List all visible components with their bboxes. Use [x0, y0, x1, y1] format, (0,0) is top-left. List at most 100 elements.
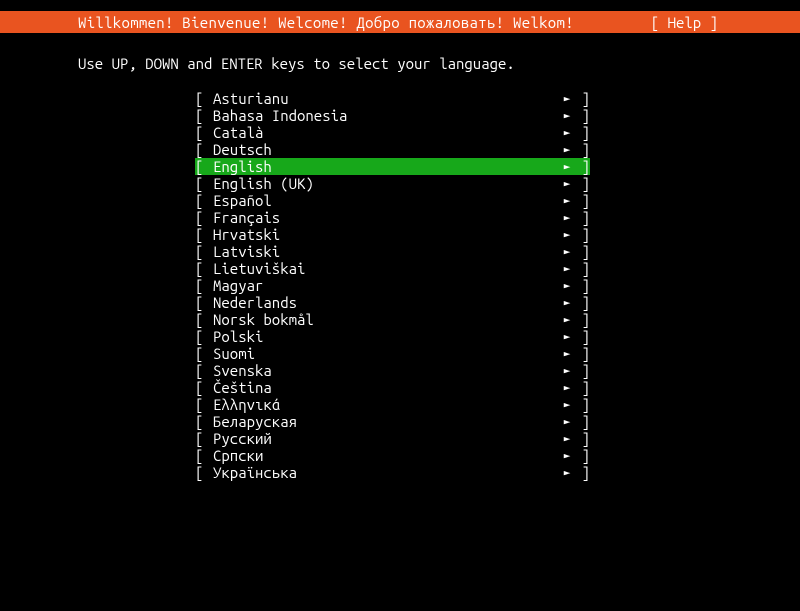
language-label: Polski — [213, 328, 558, 345]
bracket-close: ] — [576, 430, 590, 447]
bracket-close: ] — [576, 277, 590, 294]
submenu-arrow-icon: ► — [558, 330, 576, 343]
language-item[interactable]: [Svenska►] — [195, 362, 590, 379]
submenu-arrow-icon: ► — [558, 177, 576, 190]
bracket-close: ] — [576, 362, 590, 379]
bracket-open: [ — [195, 243, 213, 260]
submenu-arrow-icon: ► — [558, 211, 576, 224]
submenu-arrow-icon: ► — [558, 398, 576, 411]
bracket-open: [ — [195, 226, 213, 243]
bracket-close: ] — [576, 345, 590, 362]
bracket-open: [ — [195, 311, 213, 328]
bracket-open: [ — [195, 464, 213, 481]
bracket-open: [ — [195, 175, 213, 192]
language-item[interactable]: [Беларуская►] — [195, 413, 590, 430]
bracket-close: ] — [576, 124, 590, 141]
language-item[interactable]: [Català►] — [195, 124, 590, 141]
language-label: Lietuviškai — [213, 260, 558, 277]
language-label: Español — [213, 192, 558, 209]
bracket-close: ] — [576, 107, 590, 124]
bracket-close: ] — [576, 311, 590, 328]
language-label: Français — [213, 209, 558, 226]
language-label: Српски — [213, 447, 558, 464]
bracket-open: [ — [195, 447, 213, 464]
submenu-arrow-icon: ► — [558, 262, 576, 275]
bracket-open: [ — [195, 362, 213, 379]
bracket-close: ] — [576, 90, 590, 107]
submenu-arrow-icon: ► — [558, 109, 576, 122]
bracket-close: ] — [576, 447, 590, 464]
header-bar: Willkommen! Bienvenue! Welcome! Добро по… — [0, 11, 800, 33]
language-item[interactable]: [Suomi►] — [195, 345, 590, 362]
language-item[interactable]: [Українська►] — [195, 464, 590, 481]
language-item[interactable]: [Deutsch►] — [195, 141, 590, 158]
language-label: Bahasa Indonesia — [213, 107, 558, 124]
bracket-open: [ — [195, 379, 213, 396]
language-label: Latviski — [213, 243, 558, 260]
submenu-arrow-icon: ► — [558, 126, 576, 139]
language-item[interactable]: [Српски►] — [195, 447, 590, 464]
submenu-arrow-icon: ► — [558, 449, 576, 462]
bracket-close: ] — [576, 379, 590, 396]
language-item[interactable]: [Nederlands►] — [195, 294, 590, 311]
language-label: Svenska — [213, 362, 558, 379]
language-label: English (UK) — [213, 175, 558, 192]
language-item[interactable]: [Magyar►] — [195, 277, 590, 294]
submenu-arrow-icon: ► — [558, 466, 576, 479]
bracket-open: [ — [195, 396, 213, 413]
language-label: Norsk bokmål — [213, 311, 558, 328]
submenu-arrow-icon: ► — [558, 313, 576, 326]
language-item[interactable]: [Polski►] — [195, 328, 590, 345]
language-item[interactable]: [Norsk bokmål►] — [195, 311, 590, 328]
language-item[interactable]: [Ελληνικά►] — [195, 396, 590, 413]
language-label: Asturianu — [213, 90, 558, 107]
instruction-text: Use UP, DOWN and ENTER keys to select yo… — [0, 33, 800, 72]
language-label: Deutsch — [213, 141, 558, 158]
submenu-arrow-icon: ► — [558, 279, 576, 292]
help-button[interactable]: [ Help ] — [651, 14, 800, 31]
bracket-open: [ — [195, 328, 213, 345]
bracket-open: [ — [195, 209, 213, 226]
bracket-close: ] — [576, 192, 590, 209]
language-item[interactable]: [Français►] — [195, 209, 590, 226]
language-item[interactable]: [English►] — [195, 158, 590, 175]
bracket-open: [ — [195, 260, 213, 277]
bracket-close: ] — [576, 243, 590, 260]
submenu-arrow-icon: ► — [558, 143, 576, 156]
submenu-arrow-icon: ► — [558, 92, 576, 105]
language-item[interactable]: [Lietuviškai►] — [195, 260, 590, 277]
bracket-open: [ — [195, 124, 213, 141]
bracket-close: ] — [576, 328, 590, 345]
bracket-open: [ — [195, 277, 213, 294]
bracket-close: ] — [576, 396, 590, 413]
submenu-arrow-icon: ► — [558, 432, 576, 445]
bracket-close: ] — [576, 141, 590, 158]
bracket-open: [ — [195, 345, 213, 362]
submenu-arrow-icon: ► — [558, 160, 576, 173]
language-label: Беларуская — [213, 413, 558, 430]
language-item[interactable]: [Bahasa Indonesia►] — [195, 107, 590, 124]
bracket-open: [ — [195, 413, 213, 430]
bracket-close: ] — [576, 175, 590, 192]
bracket-open: [ — [195, 141, 213, 158]
bracket-close: ] — [576, 413, 590, 430]
language-item[interactable]: [English (UK)►] — [195, 175, 590, 192]
language-item[interactable]: [Русский►] — [195, 430, 590, 447]
language-label: Čeština — [213, 379, 558, 396]
language-label: Українська — [213, 464, 558, 481]
language-item[interactable]: [Latviski►] — [195, 243, 590, 260]
bracket-close: ] — [576, 464, 590, 481]
bracket-open: [ — [195, 90, 213, 107]
submenu-arrow-icon: ► — [558, 381, 576, 394]
submenu-arrow-icon: ► — [558, 228, 576, 241]
submenu-arrow-icon: ► — [558, 245, 576, 258]
language-item[interactable]: [Asturianu►] — [195, 90, 590, 107]
bracket-close: ] — [576, 226, 590, 243]
bracket-close: ] — [576, 294, 590, 311]
language-item[interactable]: [Čeština►] — [195, 379, 590, 396]
language-item[interactable]: [Hrvatski►] — [195, 226, 590, 243]
language-list: [Asturianu►][Bahasa Indonesia►][Català►]… — [0, 72, 800, 481]
language-item[interactable]: [Español►] — [195, 192, 590, 209]
language-label: Nederlands — [213, 294, 558, 311]
bracket-open: [ — [195, 294, 213, 311]
